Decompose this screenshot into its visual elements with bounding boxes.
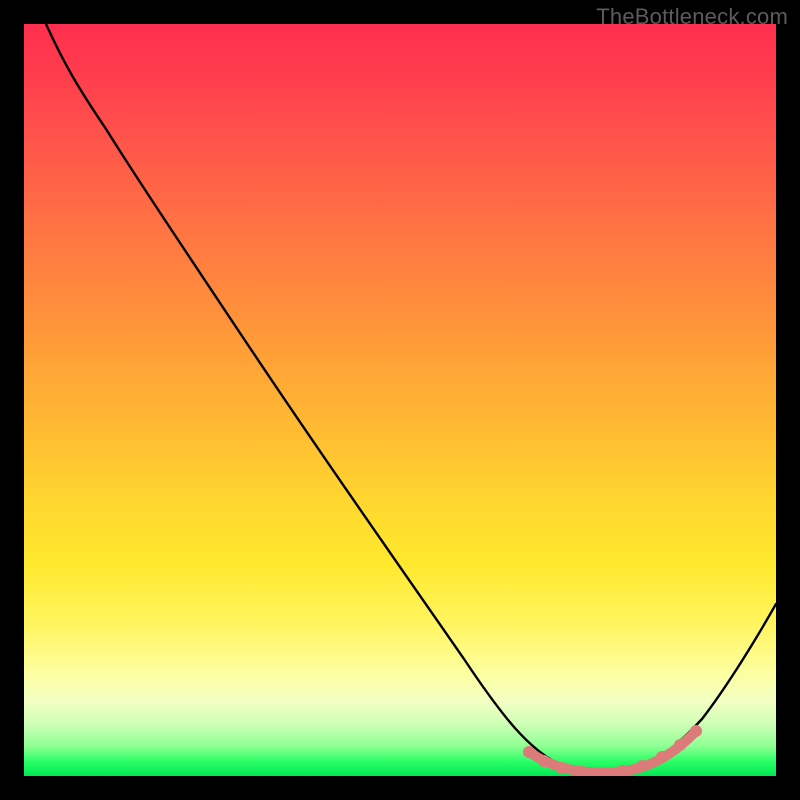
- marker-dot: [538, 755, 550, 767]
- plot-area: [24, 24, 776, 776]
- marker-dot: [556, 762, 568, 774]
- curve-svg: [24, 24, 776, 776]
- optimal-zone-segment: [529, 731, 696, 773]
- watermark-label: TheBottleneck.com: [596, 4, 788, 30]
- chart-frame: TheBottleneck.com: [0, 0, 800, 800]
- marker-dot: [636, 760, 648, 772]
- marker-dot: [523, 746, 535, 758]
- marker-dot: [656, 751, 668, 763]
- bottleneck-curve-line: [46, 24, 776, 774]
- optimal-zone-markers: [523, 725, 702, 776]
- marker-dot: [674, 739, 686, 751]
- marker-dot: [690, 725, 702, 737]
